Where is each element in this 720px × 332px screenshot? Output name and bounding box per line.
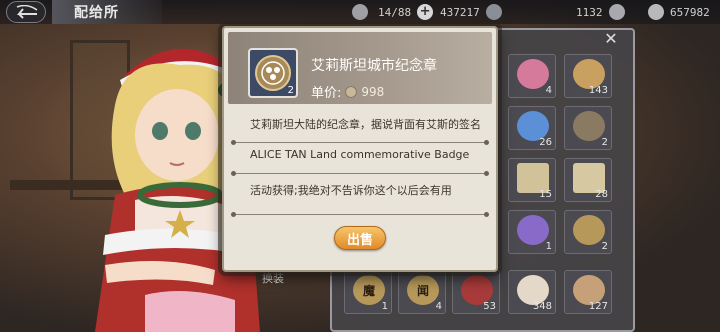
sell-button[interactable]: 出售	[334, 226, 386, 250]
item-description-english: ALICE TAN Land commemorative Badge	[250, 148, 470, 161]
gem-resource: 1132	[576, 2, 625, 22]
inventory-slot[interactable]: 143	[564, 54, 612, 98]
bouquet-icon	[517, 215, 549, 245]
slot-count: 28	[595, 189, 608, 200]
coin-icon	[648, 4, 664, 20]
inventory-slot[interactable]: 15	[508, 158, 556, 202]
fuel-value: 14/88	[378, 5, 412, 19]
ammo-resource: 437217	[440, 2, 502, 22]
slot-count: 2	[601, 241, 608, 252]
inventory-slot[interactable]: 闻 4	[398, 270, 446, 314]
inventory-slot[interactable]: 2	[564, 106, 612, 150]
back-button[interactable]	[6, 1, 46, 23]
item-detail-header: 2 艾莉斯坦城市纪念章 单价: 998	[228, 32, 492, 104]
price-label: 单价:	[311, 86, 342, 101]
item-source: 活动获得;我绝对不告诉你这个以后会有用	[250, 184, 452, 197]
medal-icon	[255, 55, 291, 91]
inventory-close-icon[interactable]: ✕	[600, 28, 622, 50]
coin-glyph: 闻	[416, 283, 429, 298]
inventory-slot[interactable]: 28	[564, 158, 612, 202]
slot-count: 4	[435, 301, 442, 312]
inventory-slot[interactable]: 26	[508, 106, 556, 150]
coin-icon	[345, 85, 358, 98]
slot-count: 143	[588, 85, 608, 96]
pink-item-icon	[517, 59, 549, 89]
slot-count: 53	[483, 301, 496, 312]
inventory-slot[interactable]: 4	[508, 54, 556, 98]
inventory-slot[interactable]: 1	[508, 210, 556, 254]
coin-resource: 657982	[648, 2, 710, 22]
slot-count: 348	[532, 301, 552, 312]
inventory-slot[interactable]: 348	[508, 270, 556, 314]
page-title: 配给所	[52, 0, 162, 24]
slot-count: 15	[539, 189, 552, 200]
inventory-slot[interactable]: 魔 1	[344, 270, 392, 314]
ammo-icon	[485, 4, 502, 20]
gem-value: 1132	[576, 5, 603, 19]
add-fuel-button[interactable]: +	[417, 4, 434, 20]
coin-icon	[573, 215, 605, 245]
coin-value: 657982	[670, 5, 710, 19]
gem-icon	[608, 4, 625, 20]
item-price: 单价: 998	[311, 82, 385, 102]
back-arrow-icon	[16, 5, 38, 19]
fuel-icon	[352, 4, 368, 20]
item-quantity: 2	[287, 85, 294, 96]
equip-tab-label[interactable]: 换装	[262, 270, 284, 286]
divider	[231, 171, 489, 176]
coin-glyph: 魔	[362, 283, 375, 298]
slot-count: 1	[545, 241, 552, 252]
inventory-slot[interactable]: 127	[564, 270, 612, 314]
medal-icon	[573, 111, 605, 141]
price-value: 998	[361, 84, 385, 99]
ammo-value: 437217	[440, 5, 480, 19]
slot-count: 127	[588, 301, 608, 312]
slot-count: 26	[539, 137, 552, 148]
item-description: 艾莉斯坦大陆的纪念章，据说背面有艾斯的签名	[250, 118, 481, 131]
divider	[231, 212, 489, 217]
slot-count: 1	[381, 301, 388, 312]
divider	[231, 140, 489, 145]
inventory-slot[interactable]: 53	[452, 270, 500, 314]
fuel-resource: 14/88 +	[346, 2, 434, 22]
inventory-slot[interactable]: 2	[564, 210, 612, 254]
item-name: 艾莉斯坦城市纪念章	[311, 58, 437, 74]
slot-count: 2	[601, 137, 608, 148]
top-bar: 配给所 14/88 + 437217 1132 657982	[0, 0, 720, 24]
slot-count: 4	[545, 85, 552, 96]
item-thumbnail: 2	[248, 48, 298, 98]
